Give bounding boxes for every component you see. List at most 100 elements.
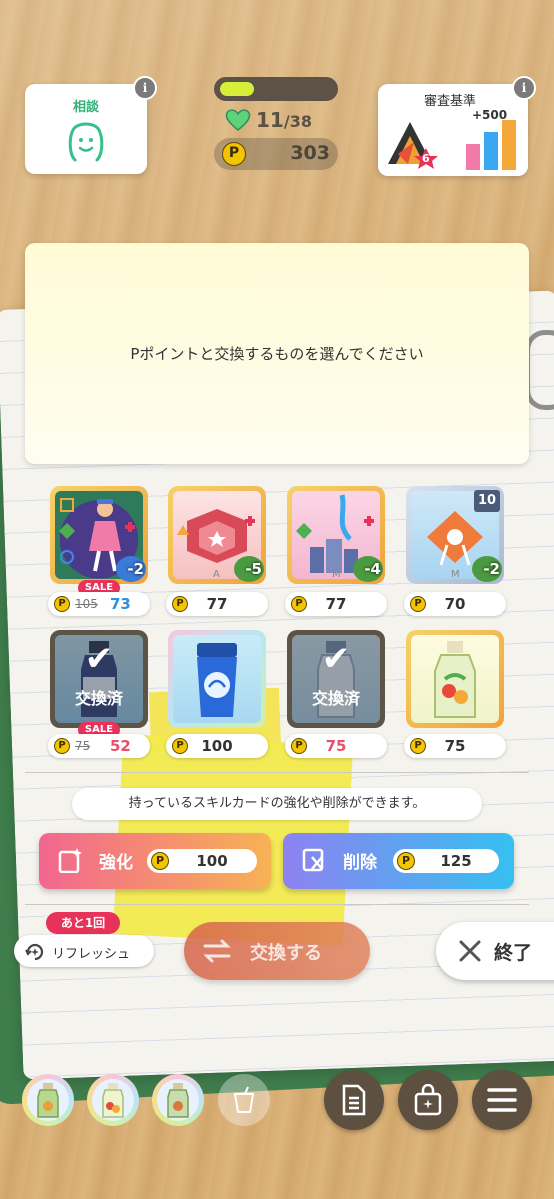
price-tag: P 77	[166, 592, 268, 616]
criteria-label: 審査基準	[424, 94, 477, 109]
sale-price: 73	[110, 595, 131, 613]
delete-cost-value: 125	[440, 852, 472, 870]
svg-text:M: M	[451, 569, 460, 579]
svg-text:A: A	[213, 569, 220, 579]
criteria-chart-icon	[388, 120, 516, 170]
shaker-illustration	[197, 643, 237, 717]
item-bag-button[interactable]	[398, 1070, 458, 1130]
refresh-button[interactable]: リフレッシュ	[14, 935, 154, 967]
stamina-counter: 11/38	[256, 108, 312, 132]
drink-slot[interactable]	[22, 1074, 74, 1126]
p-point-value: 303	[290, 142, 330, 164]
notice-text: 持っているスキルカードの強化や削除ができます。	[72, 788, 482, 820]
price-tag: P 75 52	[48, 734, 150, 758]
original-price: 75	[75, 739, 91, 753]
p-coin-icon: P	[54, 596, 70, 612]
empty-drink-slot	[218, 1074, 270, 1126]
instruction-text: Pポイントと交換するものを選んでください	[130, 345, 424, 363]
bag-icon	[414, 1084, 442, 1116]
delete-icon	[302, 848, 324, 872]
p-coin-icon: P	[151, 852, 169, 870]
instruction-panel: Pポイントと交換するものを選んでください	[25, 243, 529, 464]
skill-card-city[interactable]: M -4	[287, 486, 385, 584]
enhance-cost: P 100	[147, 849, 257, 873]
item-price: 70	[444, 595, 466, 613]
drink-bottle-icon	[102, 1083, 124, 1118]
drink-bottle-icon	[167, 1083, 189, 1118]
swap-icon	[203, 939, 231, 963]
p-coin-icon: P	[222, 142, 246, 166]
consult-label: 相談	[72, 100, 99, 115]
close-button[interactable]: 終了	[436, 922, 554, 980]
sale-price: 52	[110, 737, 131, 755]
enhance-cost-value: 100	[196, 852, 228, 870]
item-price: 77	[325, 595, 347, 613]
refresh-label: リフレッシュ	[52, 947, 131, 962]
card-badge-value: -2	[483, 560, 500, 578]
exchanged-overlay: ✔ 交換済	[292, 635, 380, 723]
delete-button[interactable]: 削除 P 125	[283, 833, 514, 889]
info-icon[interactable]: i	[133, 76, 157, 100]
delete-label: 削除	[343, 853, 377, 873]
original-price: 105	[75, 597, 98, 611]
check-icon: ✔	[321, 639, 351, 679]
binder-ring	[525, 330, 554, 410]
p-coin-icon: P	[397, 852, 415, 870]
stamina-bar	[214, 77, 338, 101]
drink-bottle-icon	[37, 1083, 59, 1118]
skill-card-idol[interactable]: -2	[50, 486, 148, 584]
stamina-max: 38	[289, 112, 312, 131]
drink-juice[interactable]	[406, 630, 504, 728]
svg-text:M: M	[332, 569, 341, 579]
p-point-balance: P 303	[214, 138, 338, 170]
item-price: 100	[201, 737, 233, 755]
drink-bottle-blue[interactable]: ✔ 交換済	[50, 630, 148, 728]
enhance-button[interactable]: 強化 P 100	[39, 833, 271, 889]
item-price: 75	[325, 737, 347, 755]
close-icon	[459, 940, 481, 962]
item-price: 77	[206, 595, 228, 613]
document-icon	[342, 1084, 366, 1116]
exchanged-label: 交換済	[74, 689, 123, 708]
juice-illustration	[434, 641, 476, 718]
card-badge-value: -5	[245, 560, 262, 578]
skill-card-stage[interactable]: A -5	[168, 486, 266, 584]
empty-cup-icon	[233, 1086, 255, 1113]
divider	[25, 772, 529, 773]
price-tag: P 105 73	[48, 592, 150, 616]
price-tag: P 100	[166, 734, 268, 758]
close-label: 終了	[494, 942, 533, 964]
face-icon	[68, 122, 104, 162]
enhance-label: 強化	[99, 853, 133, 873]
info-icon[interactable]: i	[512, 76, 536, 100]
criteria-button[interactable]: 審査基準 +500 6 i	[378, 76, 536, 176]
drink-bottle-clear[interactable]: ✔ 交換済	[287, 630, 385, 728]
criteria-rank: 6	[422, 152, 430, 165]
price-tag: P 77	[285, 592, 387, 616]
stamina-fill	[220, 82, 254, 96]
p-coin-icon: P	[54, 738, 70, 754]
consult-button[interactable]: 相談 i	[25, 76, 157, 174]
card-badge-value: -4	[364, 560, 381, 578]
exchanged-overlay: ✔ 交換済	[55, 635, 143, 723]
divider	[25, 904, 529, 905]
delete-cost: P 125	[393, 849, 499, 873]
drink-slot[interactable]	[87, 1074, 139, 1126]
drink-shaker[interactable]	[168, 630, 266, 728]
heart-icon	[225, 109, 251, 131]
menu-button[interactable]	[472, 1070, 532, 1130]
exchange-label: 交換する	[250, 943, 322, 964]
memo-button[interactable]	[324, 1070, 384, 1130]
refresh-remaining-badge: あと1回	[46, 912, 120, 934]
card-level: 10	[474, 490, 500, 512]
exchange-button[interactable]: 交換する	[184, 922, 370, 980]
card-badge-value: -2	[127, 560, 144, 578]
stamina-current: 11	[256, 108, 284, 132]
check-icon: ✔	[84, 639, 114, 679]
drink-slot[interactable]	[152, 1074, 204, 1126]
skill-card-ribbon[interactable]: M 10 -2	[406, 486, 504, 584]
hamburger-menu-icon	[487, 1088, 517, 1112]
exchanged-label: 交換済	[311, 689, 360, 708]
enhance-icon	[58, 848, 82, 873]
item-price: 75	[444, 737, 466, 755]
